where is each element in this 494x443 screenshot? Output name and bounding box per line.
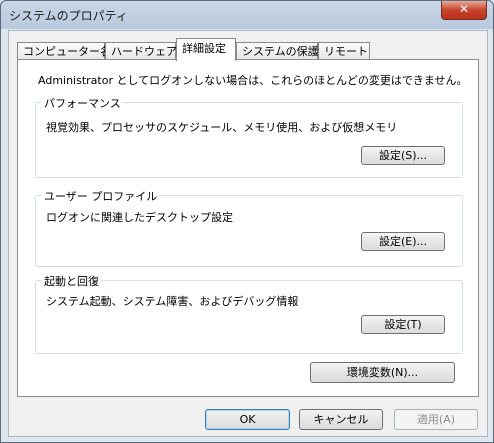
system-properties-window: システムのプロパティ ✕ コンピューター名 ハードウェア 詳細設定 システムの保… (0, 0, 494, 443)
environment-variables-button[interactable]: 環境変数(N)... (310, 362, 455, 383)
title-bar[interactable]: システムのプロパティ ✕ (1, 1, 493, 29)
tab-remote[interactable]: リモート (318, 42, 370, 60)
performance-settings-button[interactable]: 設定(S)... (361, 146, 445, 165)
tab-computer-name[interactable]: コンピューター名 (17, 42, 111, 60)
admin-notice: Administrator としてログオンしない場合は、これらのほとんどの変更は… (38, 74, 468, 87)
user-profiles-settings-button[interactable]: 設定(E)... (361, 232, 445, 251)
close-button[interactable]: ✕ (441, 1, 487, 20)
user-profiles-group: ユーザー プロファイル ログオンに関連したデスクトップ設定 設定(E)... (35, 188, 463, 267)
startup-recovery-group-label: 起動と回復 (42, 273, 101, 289)
apply-button[interactable]: 適用(A) (394, 409, 478, 430)
tab-hardware[interactable]: ハードウェア (105, 42, 177, 60)
startup-recovery-group: 起動と回復 システム起動、システム障害、およびデバッグ情報 設定(T) (35, 273, 463, 354)
window-title: システムのプロパティ (9, 9, 128, 23)
user-profiles-group-label: ユーザー プロファイル (42, 188, 160, 204)
ok-button[interactable]: OK (205, 409, 290, 430)
cancel-button[interactable]: キャンセル (299, 409, 383, 430)
dialog-client-area: コンピューター名 ハードウェア 詳細設定 システムの保護 リモート Admini… (8, 30, 488, 437)
performance-group-label: パフォーマンス (42, 95, 123, 111)
tab-system-protection[interactable]: システムの保護 (236, 42, 319, 60)
user-profiles-description: ログオンに関連したデスクトップ設定 (46, 211, 233, 224)
advanced-tab-panel: Administrator としてログオンしない場合は、これらのほとんどの変更は… (17, 59, 479, 397)
performance-description: 視覚効果、プロセッサのスケジュール、メモリ使用、および仮想メモリ (46, 121, 398, 134)
startup-recovery-description: システム起動、システム障害、およびデバッグ情報 (46, 295, 299, 308)
tab-advanced[interactable]: 詳細設定 (176, 38, 236, 61)
performance-group: パフォーマンス 視覚効果、プロセッサのスケジュール、メモリ使用、および仮想メモリ… (35, 95, 463, 178)
startup-recovery-settings-button[interactable]: 設定(T) (361, 315, 445, 334)
